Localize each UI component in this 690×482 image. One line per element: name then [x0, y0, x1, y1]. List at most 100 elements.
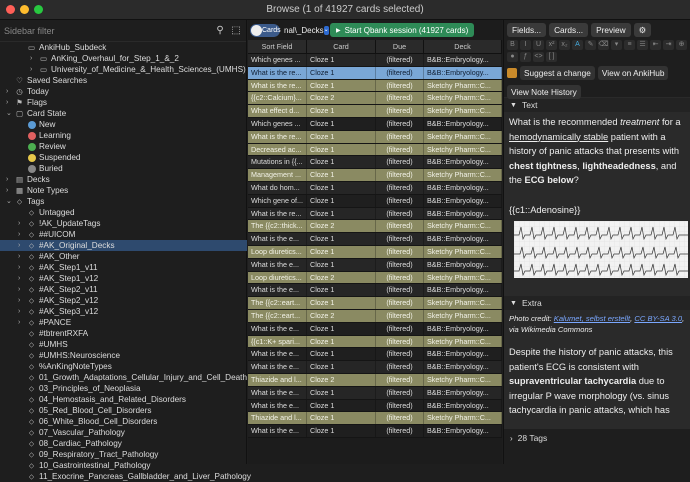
text-color-icon[interactable]: A	[572, 40, 583, 50]
sidebar-item[interactable]: Suspended	[0, 152, 247, 163]
table-row[interactable]: What is the e... Cloze 1 (filtered) B&B::Em…	[248, 386, 502, 400]
sidebar-item[interactable]: ⬦ #UMHS:Neuroscience	[0, 350, 247, 361]
chevron-down-icon[interactable]: ⌄	[6, 196, 12, 207]
sidebar-item[interactable]: ⬦ 04_Hemostasis_and_Related_Disorders	[0, 394, 247, 405]
list-icon[interactable]: ≡	[624, 40, 635, 50]
cloze-icon[interactable]: [ ]	[546, 52, 557, 62]
sidebar-item[interactable]: › ⬦ #AK_Step2_v11	[0, 284, 247, 295]
sidebar-item[interactable]: › ⬦ #AK_Step1_v12	[0, 273, 247, 284]
sidebar-item[interactable]: ⬦ #UMHS	[0, 339, 247, 350]
table-row[interactable]: What is the re... Cloze 1 (filtered) B&B::E…	[248, 207, 502, 221]
table-row[interactable]: What effect d... Cloze 1 (filtered) Sketchy…	[248, 105, 502, 118]
table-row[interactable]: What is the e... Cloze 1 (filtered) B&B::Em…	[248, 425, 502, 438]
preview-button[interactable]: Preview	[591, 23, 631, 37]
sidebar-item[interactable]: ⌄ ⬦ Tags	[0, 196, 247, 207]
sidebar-item[interactable]: Buried	[0, 163, 247, 174]
close-window-icon[interactable]	[6, 5, 15, 14]
sidebar-item[interactable]: › ⬦ #AK_Original_Decks	[0, 240, 247, 251]
sidebar-item[interactable]: ⌄ ▢ Card State	[0, 108, 247, 119]
sidebar-item[interactable]: ♡ Saved Searches	[0, 75, 247, 86]
chevron-right-icon[interactable]: ›	[18, 229, 20, 240]
table-row[interactable]: Which gene of... Cloze 1 (filtered) B&B::Em…	[248, 194, 502, 208]
function-icon[interactable]: ƒ	[520, 52, 531, 62]
table-row[interactable]: Which genes ... Cloze 1 (filtered) B&B::Emb…	[248, 117, 502, 131]
sidebar-item[interactable]: ⬦ %AnKingNoteTypes	[0, 361, 247, 372]
table-row[interactable]: What do hom... Cloze 1 (filtered) B&B::Embr…	[248, 181, 502, 195]
chevron-right-icon[interactable]: ›	[18, 218, 20, 229]
table-row[interactable]: The {{c2::thick... Cloze 2 (filtered) Sketc…	[248, 220, 502, 234]
tags-section-header[interactable]: › 28 Tags	[504, 428, 690, 447]
table-row[interactable]: {{c1::K+ spari... Cloze 1 (filtered) Sketch…	[248, 335, 502, 349]
sidebar-item[interactable]: ▭ AnkiHub_Subdeck	[0, 42, 247, 53]
sidebar-item[interactable]: ⬦ 01_Growth_Adaptations_Cellular_Injury_a…	[0, 372, 247, 383]
table-row[interactable]: Loop diuretics... Cloze 2 (filtered) Sketch…	[248, 271, 502, 285]
sidebar-item[interactable]: ⬦ 05_Red_Blood_Cell_Disorders	[0, 405, 247, 416]
chevron-right-icon[interactable]: ›	[18, 273, 20, 284]
table-row[interactable]: What is the re... Cloze 1 (filtered) B&B::E…	[248, 66, 502, 80]
view-note-history-button[interactable]: View Note History	[507, 85, 581, 99]
sidebar-item[interactable]: ⬦ 07_Vascular_Pathology	[0, 427, 247, 438]
table-row[interactable]: {{c2::Calcium}... Cloze 2 (filtered) Sketch…	[248, 92, 502, 106]
indent-icon[interactable]: ⇥	[663, 40, 674, 50]
chevron-down-icon[interactable]: ⌄	[323, 25, 329, 35]
superscript-icon[interactable]: x²	[546, 40, 557, 50]
text-field-content[interactable]: What is the recommended treatment for a …	[509, 115, 685, 217]
column-header-card[interactable]: Card	[307, 40, 376, 53]
sidebar-item[interactable]: › ⬦ ##UICOM	[0, 229, 247, 240]
table-row[interactable]: What is the e... Cloze 1 (filtered) B&B::Em…	[248, 284, 502, 298]
italic-icon[interactable]: I	[520, 40, 531, 50]
selection-tool-icon[interactable]: ⬚	[230, 25, 242, 37]
numbered-list-icon[interactable]: ☰	[637, 40, 648, 50]
attach-icon[interactable]: ⊕	[676, 40, 687, 50]
table-row[interactable]: Management ... Cloze 1 (filtered) Sketchy P…	[248, 169, 502, 182]
chevron-right-icon[interactable]: ›	[6, 185, 8, 196]
sidebar-item[interactable]: › ◷ Today	[0, 86, 247, 97]
subscript-icon[interactable]: x₂	[559, 40, 570, 50]
sidebar-item[interactable]: ⬦ 06_White_Blood_Cell_Disorders	[0, 416, 247, 427]
table-row[interactable]: Loop diuretics... Cloze 1 (filtered) Sketch…	[248, 245, 502, 259]
chevron-right-icon[interactable]: ›	[6, 174, 8, 185]
text-field-header[interactable]: ▼ Text	[504, 97, 690, 112]
chevron-right-icon[interactable]: ›	[30, 64, 32, 75]
bold-icon[interactable]: B	[507, 40, 518, 50]
chevron-right-icon[interactable]: ›	[6, 86, 8, 97]
underline-icon[interactable]: U	[533, 40, 544, 50]
table-row[interactable]: What is the e... Cloze 1 (filtered) B&B::Em…	[248, 258, 502, 272]
sidebar-item[interactable]: › ▭ University_of_Medicine_&_Health_Scienc…	[0, 64, 247, 75]
more-formatting-icon[interactable]: ▾	[611, 40, 622, 50]
text-field-editor[interactable]: What is the recommended treatment for a …	[504, 112, 690, 295]
table-row[interactable]: What is the re... Cloze 1 (filtered) Sketch…	[248, 79, 502, 93]
table-row[interactable]: What is the re... Cloze 1 (filtered) Sketch…	[248, 130, 502, 144]
table-row[interactable]: What is the e... Cloze 1 (filtered) B&B::Em…	[248, 348, 502, 362]
table-row[interactable]: What is the e... Cloze 1 (filtered) B&B::Em…	[248, 322, 502, 336]
chevron-right-icon[interactable]: ›	[18, 295, 20, 306]
column-header-due[interactable]: Due	[376, 40, 424, 53]
eraser-icon[interactable]: ⌫	[598, 40, 609, 50]
zoom-window-icon[interactable]	[34, 5, 43, 14]
chevron-right-icon[interactable]: ›	[18, 306, 20, 317]
sidebar-item[interactable]: › ▦ Note Types	[0, 185, 247, 196]
sidebar-item[interactable]: › ⬦ #AK_Step3_v12	[0, 306, 247, 317]
chevron-right-icon[interactable]: ›	[6, 97, 8, 108]
sidebar-filter-input[interactable]: Sidebar filter ⚲ ⬚	[0, 20, 246, 42]
sidebar-item[interactable]: ⬦ 10_Gastrointestinal_Pathology	[0, 460, 247, 471]
settings-gear-button[interactable]: ⚙	[633, 23, 652, 37]
sidebar-item[interactable]: ⬦ #tbtrentRXFA	[0, 328, 247, 339]
start-qbank-button[interactable]: ▶ Start Qbank session (41927 cards)	[330, 23, 475, 37]
cards-notes-toggle[interactable]: Cards	[250, 23, 281, 37]
chevron-right-icon[interactable]: ›	[18, 262, 20, 273]
table-row[interactable]: What is the e... Cloze 1 (filtered) B&B::Em…	[248, 361, 502, 374]
search-icon[interactable]: ⚲	[214, 25, 226, 37]
minimize-window-icon[interactable]	[20, 5, 29, 14]
html-icon[interactable]: <>	[533, 52, 544, 62]
table-row[interactable]: Mutations in {{... Cloze 1 (filtered) B&B::…	[248, 156, 502, 170]
table-row[interactable]: Thiazide and l... Cloze 1 (filtered) Sketch…	[248, 412, 502, 426]
sidebar-item[interactable]: › ⬦ #PANCE	[0, 317, 247, 328]
sidebar-item[interactable]: ⬦ 11_Exocrine_Pancreas_Gallbladder_and_Li…	[0, 471, 251, 482]
table-row[interactable]: Decreased ac... Cloze 1 (filtered) Sketchy …	[248, 143, 502, 157]
sidebar-item[interactable]: › ▭ AnKing_Overhaul_for_Step_1_&_2	[0, 53, 247, 64]
fields-button[interactable]: Fields...	[507, 23, 547, 37]
extra-field-header[interactable]: ▼ Extra	[504, 295, 690, 310]
align-icon[interactable]: ⇤	[650, 40, 661, 50]
sidebar-item[interactable]: › ⬦ #AK_Step1_v11	[0, 262, 247, 273]
